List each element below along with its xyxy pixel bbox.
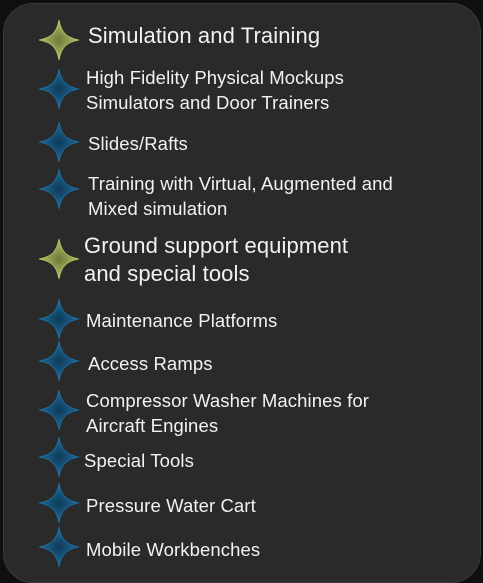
list-item-label: Maintenance Platforms xyxy=(86,310,278,331)
list-item-label: Access Ramps xyxy=(88,353,213,374)
list-heading-label: Ground support equipment and special too… xyxy=(84,233,349,286)
yellow-star-icon xyxy=(37,18,81,62)
blue-star-icon xyxy=(37,388,81,432)
blue-star-icon xyxy=(37,339,81,383)
yellow-star-icon xyxy=(37,237,81,281)
list-item-label: Training with Virtual, Augmented and Mix… xyxy=(88,173,393,219)
list-item-label: Pressure Water Cart xyxy=(86,495,256,516)
blue-star-icon xyxy=(37,167,81,211)
blue-star-icon xyxy=(37,120,81,164)
blue-star-icon xyxy=(37,435,81,479)
list-heading-label: Simulation and Training xyxy=(88,23,321,48)
list-item-label: Mobile Workbenches xyxy=(86,539,261,560)
blue-star-icon xyxy=(37,481,81,525)
list-item-label: Slides/Rafts xyxy=(88,133,188,154)
blue-star-icon xyxy=(37,67,81,111)
list-item-label: High Fidelity Physical Mockups Simulator… xyxy=(86,67,344,113)
list-item-label: Special Tools xyxy=(84,450,194,471)
list-item-label: Compressor Washer Machines for Aircraft … xyxy=(86,390,369,436)
blue-star-icon xyxy=(37,297,81,341)
content-panel: Simulation and Training High Fidelity Ph… xyxy=(3,3,481,583)
blue-star-icon xyxy=(37,525,81,569)
